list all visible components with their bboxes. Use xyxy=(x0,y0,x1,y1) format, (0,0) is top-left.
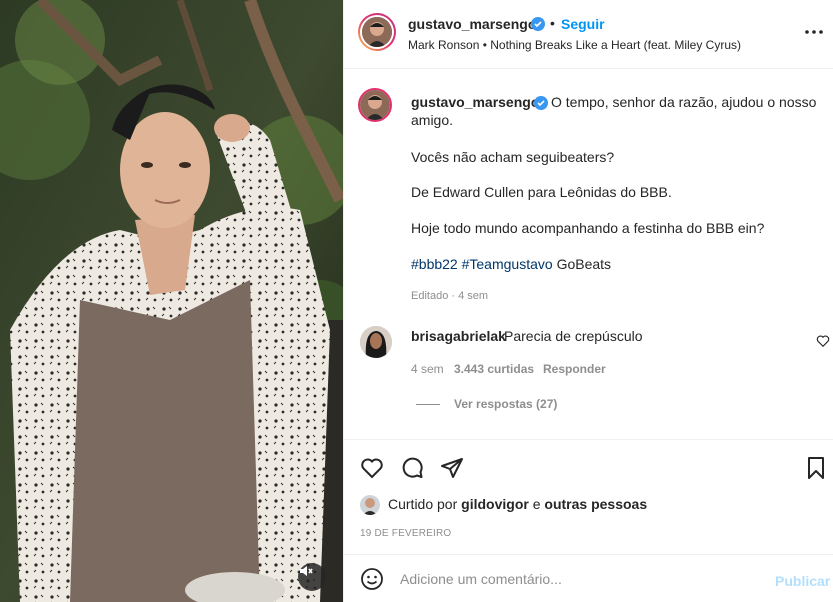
liked-by-summary: Curtido por gildovigor e outras pessoas xyxy=(388,496,647,512)
liked-joiner: e xyxy=(532,496,541,512)
hashtag-link[interactable]: #Teamgustavo xyxy=(462,256,553,272)
caption-line: Hoje todo mundo acompanhando a festinha … xyxy=(411,220,765,236)
caption-line: Vocês não acham seguibeaters? xyxy=(411,149,615,165)
reply-button[interactable]: Responder xyxy=(543,362,606,376)
liker-avatar[interactable] xyxy=(360,495,380,515)
view-replies-button[interactable]: Ver respostas (27) xyxy=(454,397,557,411)
liked-by-user-link[interactable]: gildovigor xyxy=(461,496,529,512)
save-bookmark-icon[interactable] xyxy=(806,456,826,480)
post-actions: Curtido por gildovigor e outras pessoas … xyxy=(344,439,833,554)
header-separator: • xyxy=(550,15,555,31)
comment-bubble-icon[interactable] xyxy=(400,456,424,480)
mute-toggle-button[interactable] xyxy=(298,563,326,591)
replies-divider xyxy=(416,404,440,405)
more-horizontal-icon[interactable] xyxy=(804,24,824,40)
comment-composer: Publicar xyxy=(344,554,833,602)
audio-track-link[interactable]: Mark Ronson • Nothing Breaks Like a Hear… xyxy=(408,38,741,52)
verified-badge-icon xyxy=(531,17,545,31)
caption-line: amigo. xyxy=(411,112,454,128)
caption-tail: GoBeats xyxy=(556,256,612,272)
commenter-avatar[interactable] xyxy=(360,326,392,358)
author-avatar xyxy=(362,17,392,47)
share-paper-plane-icon[interactable] xyxy=(440,456,464,480)
post-date[interactable]: 19 DE FEVEREIRO xyxy=(360,528,451,539)
speaker-muted-icon xyxy=(300,566,313,576)
post-side-panel: gustavo_marsengo • Seguir Mark Ronson • … xyxy=(343,0,833,602)
caption-hashtags: #bbb22 #Teamgustavo GoBeats xyxy=(411,256,611,272)
comment-like-icon[interactable] xyxy=(816,334,830,348)
comment-text: Parecia de crepúsculo xyxy=(504,328,643,344)
post-dialog: gustavo_marsengo • Seguir Mark Ronson • … xyxy=(0,0,833,602)
follow-button[interactable]: Seguir xyxy=(561,16,605,32)
caption-edited-timestamp: Editado · 4 sem xyxy=(411,290,489,302)
liked-prefix: Curtido por xyxy=(388,496,458,512)
emoji-picker-icon[interactable] xyxy=(360,567,384,591)
post-media[interactable] xyxy=(0,0,343,602)
verified-badge-icon xyxy=(534,96,548,110)
post-photo xyxy=(0,0,343,602)
caption-username[interactable]: gustavo_marsengo xyxy=(411,94,539,110)
post-header: gustavo_marsengo • Seguir Mark Ronson • … xyxy=(344,0,833,69)
caption-line: O tempo, senhor da razão, ajudou o nosso xyxy=(551,94,817,110)
comment-input[interactable] xyxy=(400,569,760,589)
liked-by-others-link[interactable]: outras pessoas xyxy=(544,496,647,512)
hashtag-link[interactable]: #bbb22 xyxy=(411,256,458,272)
story-ring[interactable] xyxy=(358,13,396,51)
caption-author-avatar[interactable] xyxy=(358,88,392,122)
comment-likes-count[interactable]: 3.443 curtidas xyxy=(454,362,534,376)
comment-username[interactable]: brisagabrielak xyxy=(411,328,506,344)
publish-comment-button[interactable]: Publicar xyxy=(775,573,830,589)
comment-age: 4 sem xyxy=(411,362,444,376)
like-heart-icon[interactable] xyxy=(360,456,384,480)
author-username[interactable]: gustavo_marsengo xyxy=(408,16,536,32)
caption-line: De Edward Cullen para Leônidas do BBB. xyxy=(411,184,672,200)
